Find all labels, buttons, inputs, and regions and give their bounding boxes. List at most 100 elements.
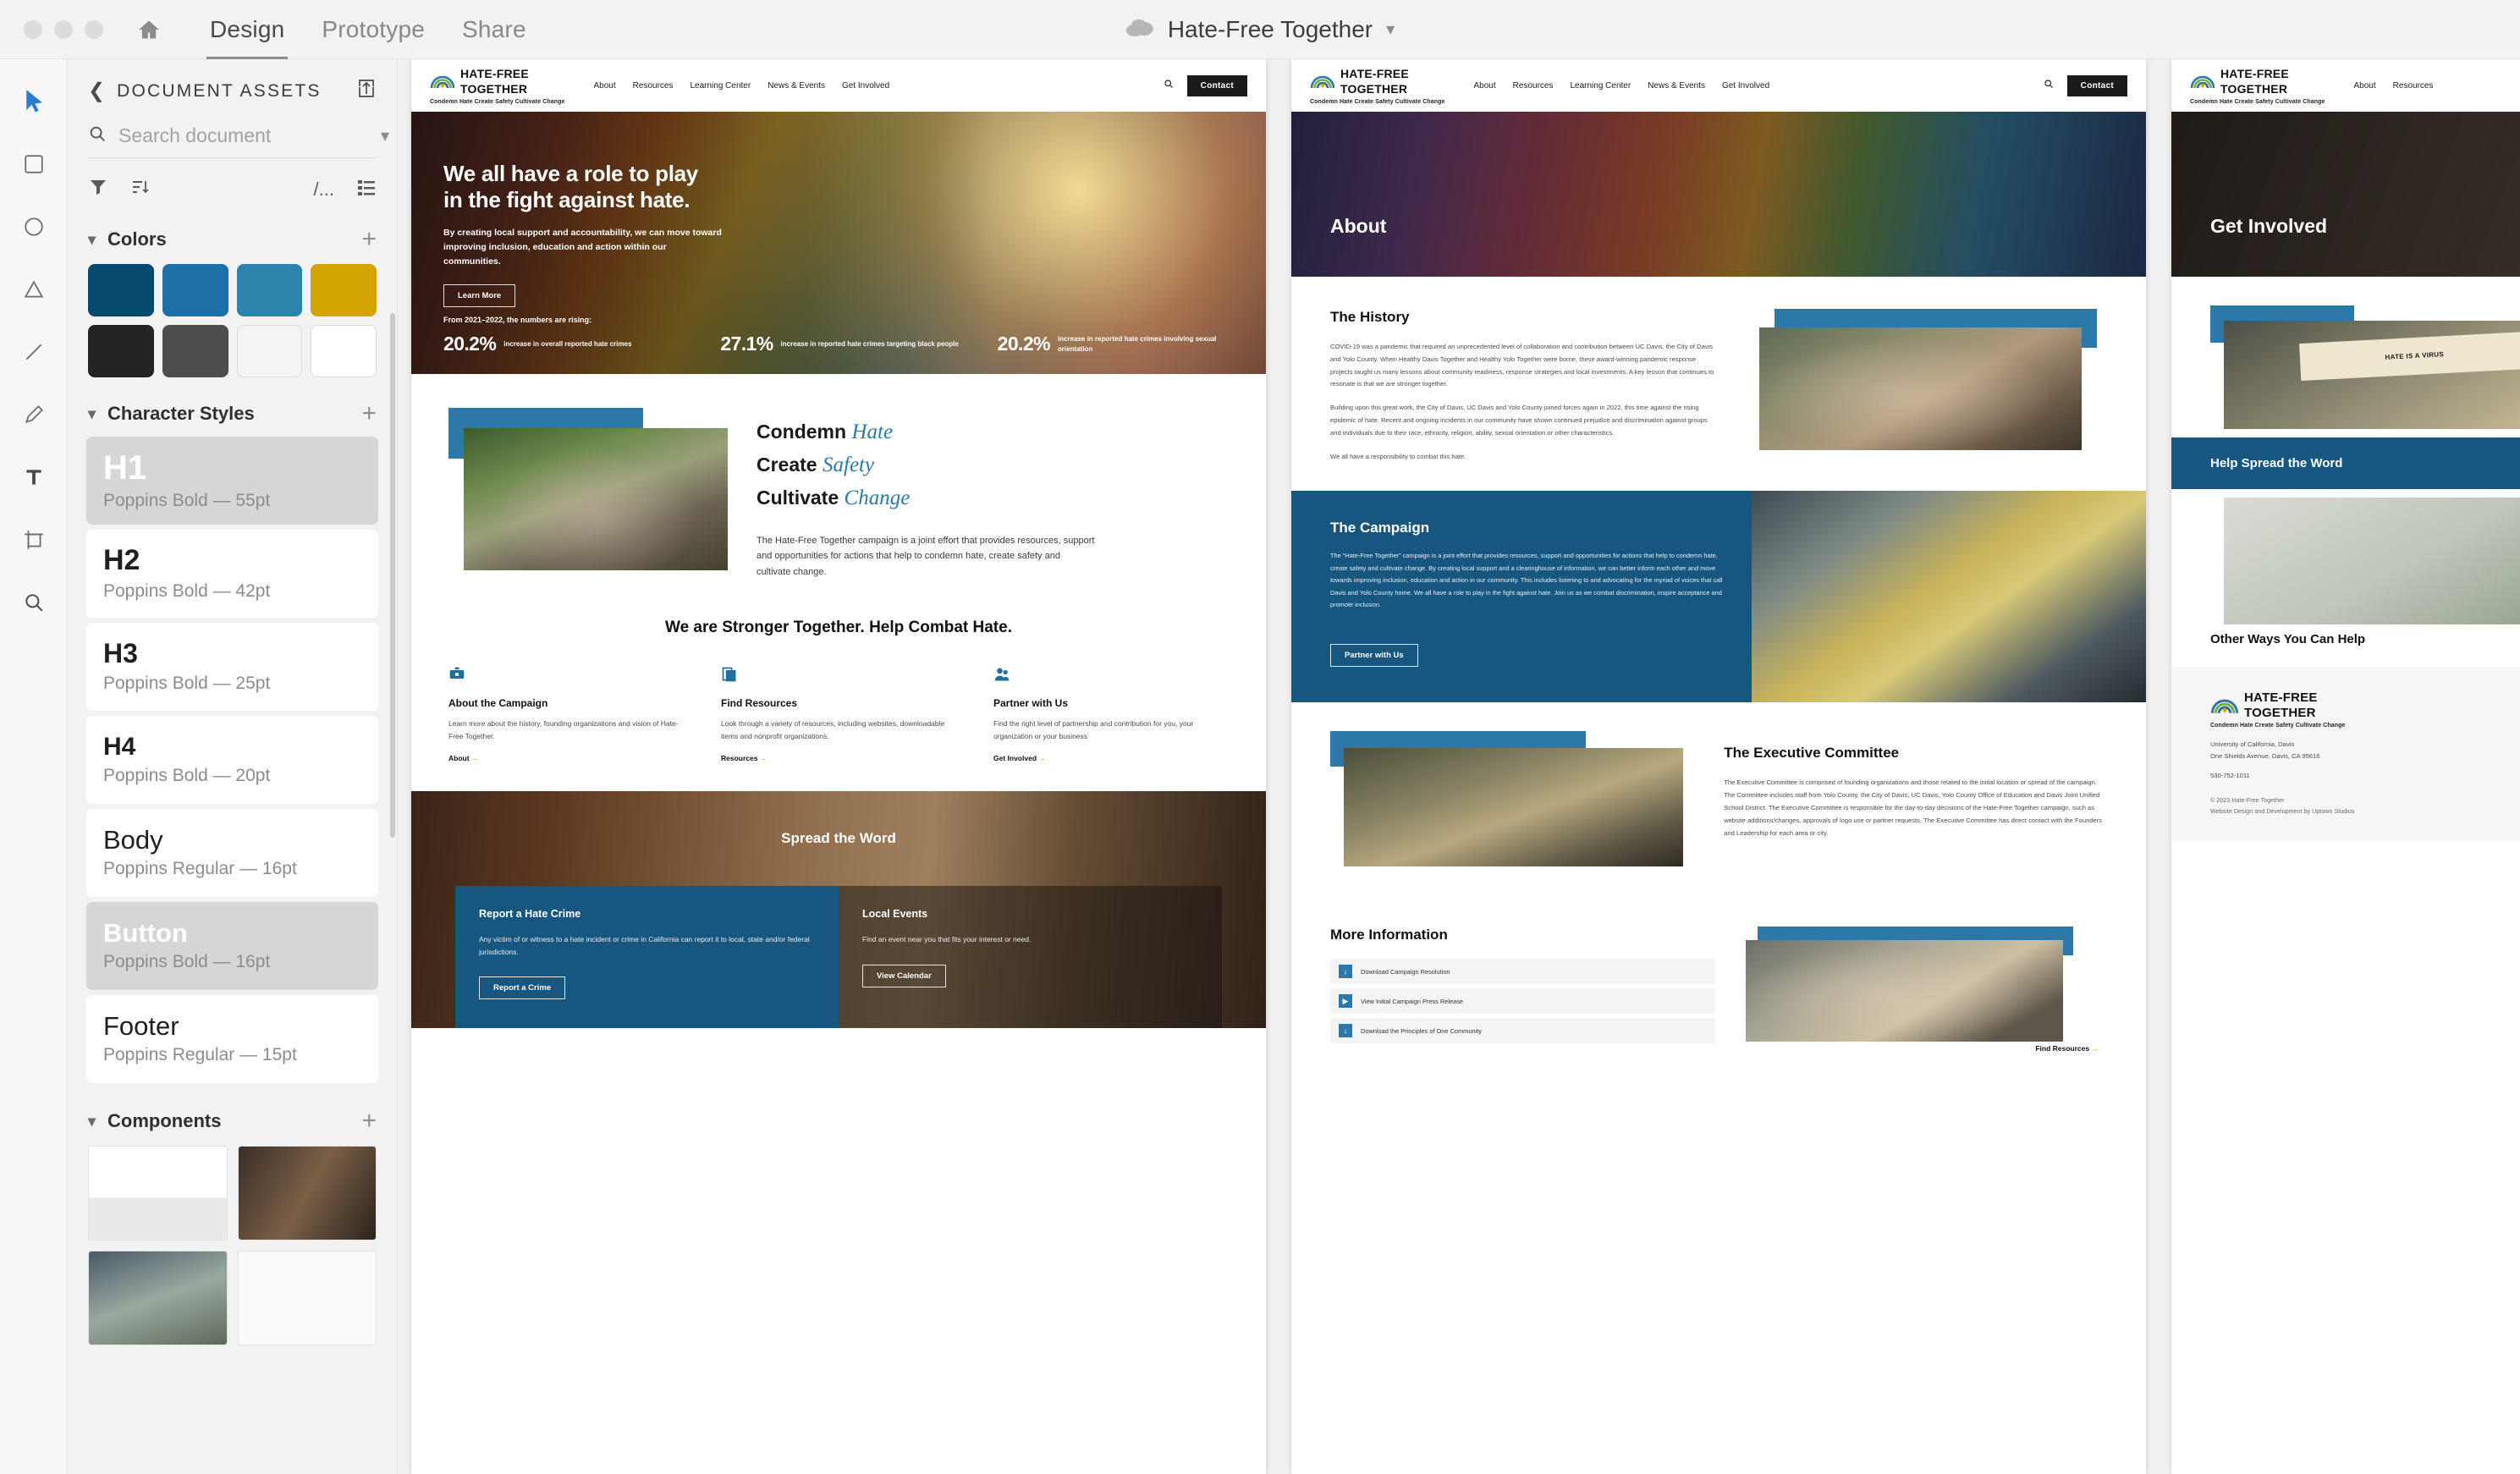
component-thumbnail[interactable] — [237, 1146, 377, 1240]
nav-item-learning-center[interactable]: Learning Center — [690, 81, 751, 91]
search-input[interactable] — [118, 124, 369, 147]
add-color-button[interactable]: + — [361, 227, 377, 252]
chevron-down-icon[interactable]: ▾ — [88, 231, 96, 249]
color-swatch[interactable] — [236, 325, 303, 377]
nav-item-news-events[interactable]: News & Events — [1648, 81, 1705, 91]
color-swatch[interactable] — [88, 325, 154, 377]
add-character-style-button[interactable]: + — [361, 401, 377, 426]
character-style-item[interactable]: Footer Poppins Regular — 15pt — [86, 995, 378, 1083]
component-thumbnail[interactable] — [88, 1146, 228, 1240]
color-swatch[interactable] — [162, 325, 228, 377]
character-style-item[interactable]: H1 Poppins Bold — 55pt — [86, 437, 378, 525]
components-section-header[interactable]: ▾ Components + — [68, 1088, 397, 1141]
nav-item-about[interactable]: About — [594, 81, 616, 91]
character-style-item[interactable]: H2 Poppins Bold — 42pt — [86, 530, 378, 618]
color-swatch[interactable] — [162, 264, 228, 316]
nav-item-get-involved[interactable]: Get Involved — [1722, 81, 1769, 91]
color-swatch[interactable] — [311, 264, 377, 316]
character-style-item[interactable]: H3 Poppins Bold — 25pt — [86, 623, 378, 711]
chevron-down-icon[interactable]: ▾ — [381, 125, 389, 146]
tab-design[interactable]: Design — [191, 0, 303, 59]
site-nav[interactable]: About Resources — [2354, 81, 2434, 91]
rectangle-tool-icon[interactable] — [15, 146, 52, 183]
color-swatch[interactable] — [88, 264, 154, 316]
nav-item-get-involved[interactable]: Get Involved — [842, 81, 889, 91]
download-row[interactable]: ↓ Download Campaign Resolution — [1330, 959, 1715, 985]
document-title-group[interactable]: Hate-Free Together ▾ — [1125, 16, 1395, 43]
slash-menu-icon[interactable]: /... — [314, 179, 334, 201]
find-resources-link[interactable]: Find Resources → — [2035, 1044, 2099, 1053]
mode-tabs[interactable]: Design Prototype Share — [191, 0, 545, 59]
tab-prototype[interactable]: Prototype — [303, 0, 443, 59]
pen-tool-icon[interactable] — [15, 396, 52, 433]
colors-section-header[interactable]: ▾ Colors + — [68, 206, 397, 259]
character-style-list[interactable]: H1 Poppins Bold — 55pt H2 Poppins Bold —… — [68, 433, 397, 1083]
partner-with-us-button[interactable]: Partner with Us — [1330, 643, 1418, 667]
search-icon[interactable] — [2044, 78, 2054, 93]
nav-item-resources[interactable]: Resources — [2393, 81, 2434, 91]
feature-link[interactable]: Resources → — [721, 754, 956, 762]
design-canvas[interactable]: HATE-FREE TOGETHER Condemn Hate Create S… — [398, 59, 2520, 1474]
nav-item-resources[interactable]: Resources — [1513, 81, 1554, 91]
chevron-down-icon[interactable]: ▾ — [88, 405, 96, 423]
artboard-get-involved[interactable]: HATE-FREE TOGETHER Condemn Hate Create S… — [2171, 59, 2520, 1474]
feature-link[interactable]: About → — [448, 754, 684, 762]
line-tool-icon[interactable] — [15, 333, 52, 371]
character-style-item[interactable]: H4 Poppins Bold — 20pt — [86, 716, 378, 804]
panel-scrollbar[interactable] — [390, 313, 395, 838]
component-thumbnail[interactable] — [237, 1251, 377, 1345]
artboard-home[interactable]: HATE-FREE TOGETHER Condemn Hate Create S… — [411, 59, 1266, 1474]
contact-button[interactable]: Contact — [1186, 74, 1247, 96]
download-list[interactable]: ↓ Download Campaign Resolution ▶ View In… — [1330, 959, 1715, 1044]
site-nav[interactable]: About Resources Learning Center News & E… — [1474, 81, 1770, 91]
nav-item-learning-center[interactable]: Learning Center — [1570, 81, 1631, 91]
brand-logo[interactable]: HATE-FREE TOGETHER Condemn Hate Create S… — [430, 67, 565, 105]
character-style-item[interactable]: Body Poppins Regular — 16pt — [86, 809, 378, 897]
home-icon[interactable] — [132, 13, 166, 47]
brand-logo[interactable]: HATE-FREE TOGETHER Condemn Hate Create S… — [1310, 67, 1445, 105]
export-icon[interactable] — [356, 78, 377, 104]
chevron-down-icon[interactable]: ▾ — [88, 1113, 96, 1130]
component-thumbnail[interactable] — [88, 1251, 228, 1345]
brand-logo[interactable]: HATE-FREE TOGETHER Condemn Hate Create S… — [2190, 67, 2325, 105]
maximize-window-button[interactable] — [85, 19, 103, 39]
ellipse-tool-icon[interactable] — [15, 208, 52, 245]
nav-item-news-events[interactable]: News & Events — [768, 81, 825, 91]
learn-more-button[interactable]: Learn More — [443, 283, 516, 307]
download-row[interactable]: ↓ Download the Principles of One Communi… — [1330, 1018, 1715, 1044]
report-a-crime-button[interactable]: Report a Crime — [479, 976, 566, 1000]
close-window-button[interactable] — [24, 19, 42, 39]
character-styles-section-header[interactable]: ▾ Character Styles + — [68, 381, 397, 433]
nav-item-about[interactable]: About — [2354, 81, 2376, 91]
contact-button[interactable]: Contact — [2066, 74, 2127, 96]
zoom-tool-icon[interactable] — [15, 584, 52, 621]
text-tool-icon[interactable] — [15, 459, 52, 496]
panel-toolbar[interactable]: /... — [68, 158, 397, 206]
search-icon[interactable] — [1164, 78, 1174, 93]
search-row[interactable]: ▾ — [88, 124, 389, 158]
chevron-left-icon[interactable]: ❮ — [88, 79, 105, 103]
list-view-icon[interactable] — [356, 177, 377, 201]
add-component-button[interactable]: + — [361, 1108, 377, 1134]
select-tool-icon[interactable] — [15, 83, 52, 120]
nav-item-resources[interactable]: Resources — [633, 81, 674, 91]
tool-rail[interactable] — [0, 59, 68, 1474]
footer-brand-logo[interactable]: HATE-FREE TOGETHER Condemn Hate Create S… — [2210, 690, 2520, 729]
site-nav[interactable]: About Resources Learning Center News & E… — [594, 81, 890, 91]
component-grid[interactable] — [68, 1141, 397, 1350]
minimize-window-button[interactable] — [54, 19, 73, 39]
feature-link[interactable]: Get Involved → — [993, 754, 1229, 762]
artboard-tool-icon[interactable] — [15, 521, 52, 558]
chevron-down-icon[interactable]: ▾ — [1386, 19, 1395, 40]
color-swatch[interactable] — [311, 325, 377, 377]
triangle-tool-icon[interactable] — [15, 271, 52, 308]
character-style-item[interactable]: Button Poppins Bold — 16pt — [86, 902, 378, 990]
view-calendar-button[interactable]: View Calendar — [862, 964, 946, 987]
sort-icon[interactable] — [130, 177, 151, 201]
tab-share[interactable]: Share — [443, 0, 545, 59]
artboard-about[interactable]: HATE-FREE TOGETHER Condemn Hate Create S… — [1291, 59, 2146, 1474]
filter-icon[interactable] — [88, 177, 108, 201]
footer-phone[interactable]: 530-752-1011 — [2210, 770, 2520, 782]
download-row[interactable]: ▶ View Initial Campaign Press Release — [1330, 988, 1715, 1015]
color-swatch[interactable] — [236, 264, 303, 316]
